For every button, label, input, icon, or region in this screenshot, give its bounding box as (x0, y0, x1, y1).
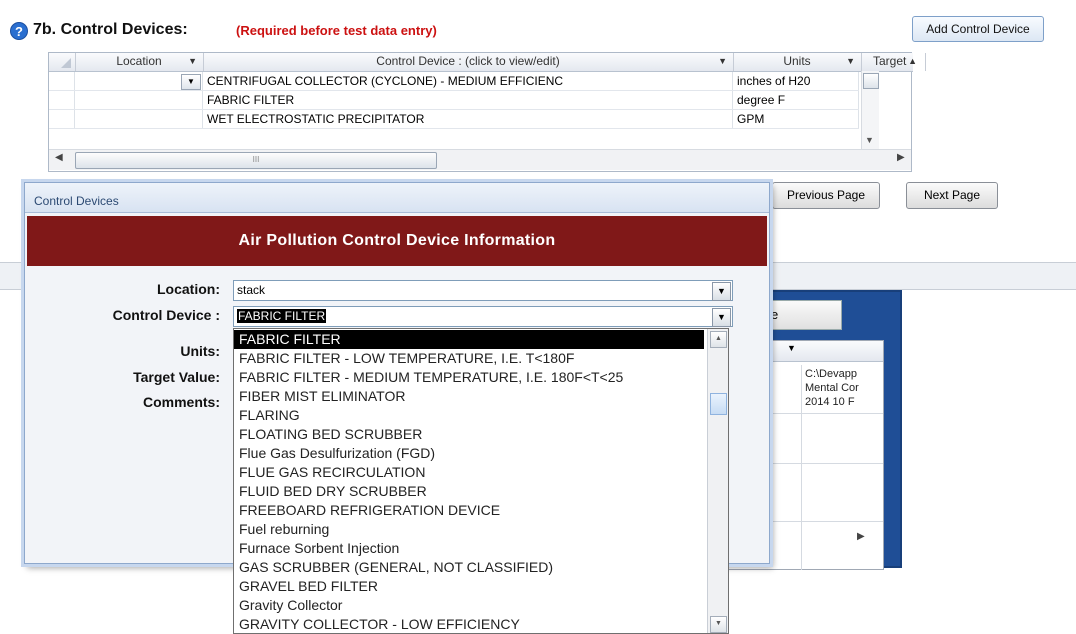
list-item[interactable]: FLOATING BED SCRUBBER (234, 425, 704, 444)
units-label: Units: (180, 343, 220, 359)
horizontal-scroll-thumb[interactable]: III (75, 152, 437, 169)
chevron-down-icon[interactable]: ▼ (712, 282, 731, 301)
list-item[interactable]: GRAVITY COLLECTOR - LOW EFFICIENCY (234, 615, 704, 633)
list-item[interactable]: FABRIC FILTER (234, 330, 704, 349)
column-header-target[interactable]: Target ▲ (861, 53, 926, 71)
scroll-up-icon[interactable]: ▲ (908, 53, 917, 70)
comments-label: Comments: (142, 394, 220, 410)
dropdown-scrollbar[interactable]: ▲ ▼ (707, 329, 728, 633)
list-item[interactable]: FLUE GAS RECIRCULATION (234, 463, 704, 482)
row-selector[interactable] (49, 91, 75, 109)
file-path-cell[interactable]: C:\Devapp Mental Cor 2014 10 F (805, 367, 883, 409)
chevron-down-icon[interactable]: ▼ (188, 53, 197, 70)
dialog-banner: Air Pollution Control Device Information (27, 216, 767, 266)
location-label: Location: (157, 281, 220, 297)
path-line: C:\Devapp (805, 368, 857, 380)
previous-page-button[interactable]: Previous Page (772, 182, 880, 209)
chevron-down-icon[interactable]: ▼ (712, 308, 731, 327)
path-line: 2014 10 F (805, 396, 855, 408)
column-label-device: Control Device : (click to view/edit) (376, 54, 560, 68)
location-cell[interactable] (75, 110, 203, 128)
list-item[interactable]: FABRIC FILTER - LOW TEMPERATURE, I.E. T<… (234, 349, 704, 368)
background-button-label: e (771, 307, 779, 322)
list-item[interactable]: FABRIC FILTER - MEDIUM TEMPERATURE, I.E.… (234, 368, 704, 387)
path-line: Mental Cor (805, 382, 859, 394)
scroll-right-icon[interactable]: ▶ (857, 531, 865, 542)
list-item[interactable]: FLARING (234, 406, 704, 425)
location-cell[interactable] (75, 91, 203, 109)
grid-horizontal-scrollbar[interactable]: ◀ III ▶ (49, 149, 911, 170)
section-title: 7b. Control Devices: (33, 21, 188, 38)
list-item[interactable]: Fuel reburning (234, 520, 704, 539)
list-item[interactable]: Flue Gas Desulfurization (FGD) (234, 444, 704, 463)
column-header-device[interactable]: Control Device : (click to view/edit) ▼ (203, 53, 734, 71)
chevron-down-icon[interactable]: ▼ (181, 74, 201, 90)
scroll-left-icon[interactable]: ◀ (55, 152, 63, 163)
list-item[interactable]: Gravity Collector (234, 596, 704, 615)
target-value-label: Target Value: (133, 369, 220, 385)
list-item[interactable]: GRAVEL BED FILTER (234, 577, 704, 596)
scroll-thumb[interactable] (863, 73, 879, 89)
dropdown-scroll-thumb[interactable] (710, 393, 727, 415)
device-cell[interactable]: WET ELECTROSTATIC PRECIPITATOR (203, 110, 733, 128)
row-selector[interactable] (49, 72, 75, 90)
scroll-down-icon[interactable]: ▼ (865, 135, 874, 145)
chevron-down-icon[interactable]: ▼ (787, 343, 796, 353)
grid-header: Location ▼ Control Device : (click to vie… (49, 53, 926, 72)
column-label-location: Location (116, 54, 162, 68)
units-cell[interactable]: GPM (733, 110, 859, 128)
control-device-value: FABRIC FILTER (237, 309, 327, 323)
column-label-target: Target (873, 54, 907, 68)
table-row[interactable]: FABRIC FILTER degree F (49, 91, 859, 110)
scroll-right-icon[interactable]: ▶ (897, 152, 905, 163)
next-page-button[interactable]: Next Page (906, 182, 998, 209)
add-control-device-button[interactable]: Add Control Device (912, 16, 1044, 42)
control-device-label: Control Device : (112, 307, 220, 323)
list-item[interactable]: GAS SCRUBBER (GENERAL, NOT CLASSIFIED) (234, 558, 704, 577)
location-combobox[interactable]: stack ▼ (233, 280, 733, 301)
divider (801, 365, 802, 570)
help-icon[interactable]: ? (10, 22, 28, 40)
row-selector[interactable] (49, 110, 75, 128)
list-item[interactable]: Furnace Sorbent Injection (234, 539, 704, 558)
grid-vertical-scrollbar[interactable]: ▼ (861, 71, 879, 149)
units-cell[interactable]: degree F (733, 91, 859, 109)
chevron-down-icon[interactable]: ▼ (718, 53, 727, 70)
list-item[interactable]: FIBER MIST ELIMINATOR (234, 387, 704, 406)
column-header-units[interactable]: Units ▼ (733, 53, 862, 71)
location-value: stack (237, 283, 266, 297)
table-row[interactable]: WET ELECTROSTATIC PRECIPITATOR GPM (49, 110, 859, 129)
list-item[interactable]: FLUID BED DRY SCRUBBER (234, 482, 704, 501)
chevron-down-icon[interactable]: ▼ (846, 53, 855, 70)
control-devices-grid: Location ▼ Control Device : (click to vie… (48, 52, 926, 172)
scroll-down-icon[interactable]: ▼ (710, 616, 727, 633)
scroll-up-icon[interactable]: ▲ (710, 331, 727, 348)
dialog-title: Control Devices (25, 183, 769, 213)
column-header-location[interactable]: Location ▼ (75, 53, 204, 71)
required-note: (Required before test data entry) (236, 23, 437, 38)
units-cell[interactable]: inches of H20 (733, 72, 859, 90)
control-device-combobox[interactable]: FABRIC FILTER ▼ (233, 306, 733, 327)
list-item[interactable]: FREEBOARD REFRIGERATION DEVICE (234, 501, 704, 520)
control-device-dropdown-list[interactable]: FABRIC FILTER FABRIC FILTER - LOW TEMPER… (233, 328, 729, 634)
select-all-corner[interactable] (49, 53, 76, 71)
table-row[interactable]: ▼ CENTRIFUGAL COLLECTOR (CYCLONE) - MEDI… (49, 72, 859, 91)
device-cell[interactable]: CENTRIFUGAL COLLECTOR (CYCLONE) - MEDIUM… (203, 72, 733, 90)
device-cell[interactable]: FABRIC FILTER (203, 91, 733, 109)
column-label-units: Units (783, 54, 811, 68)
